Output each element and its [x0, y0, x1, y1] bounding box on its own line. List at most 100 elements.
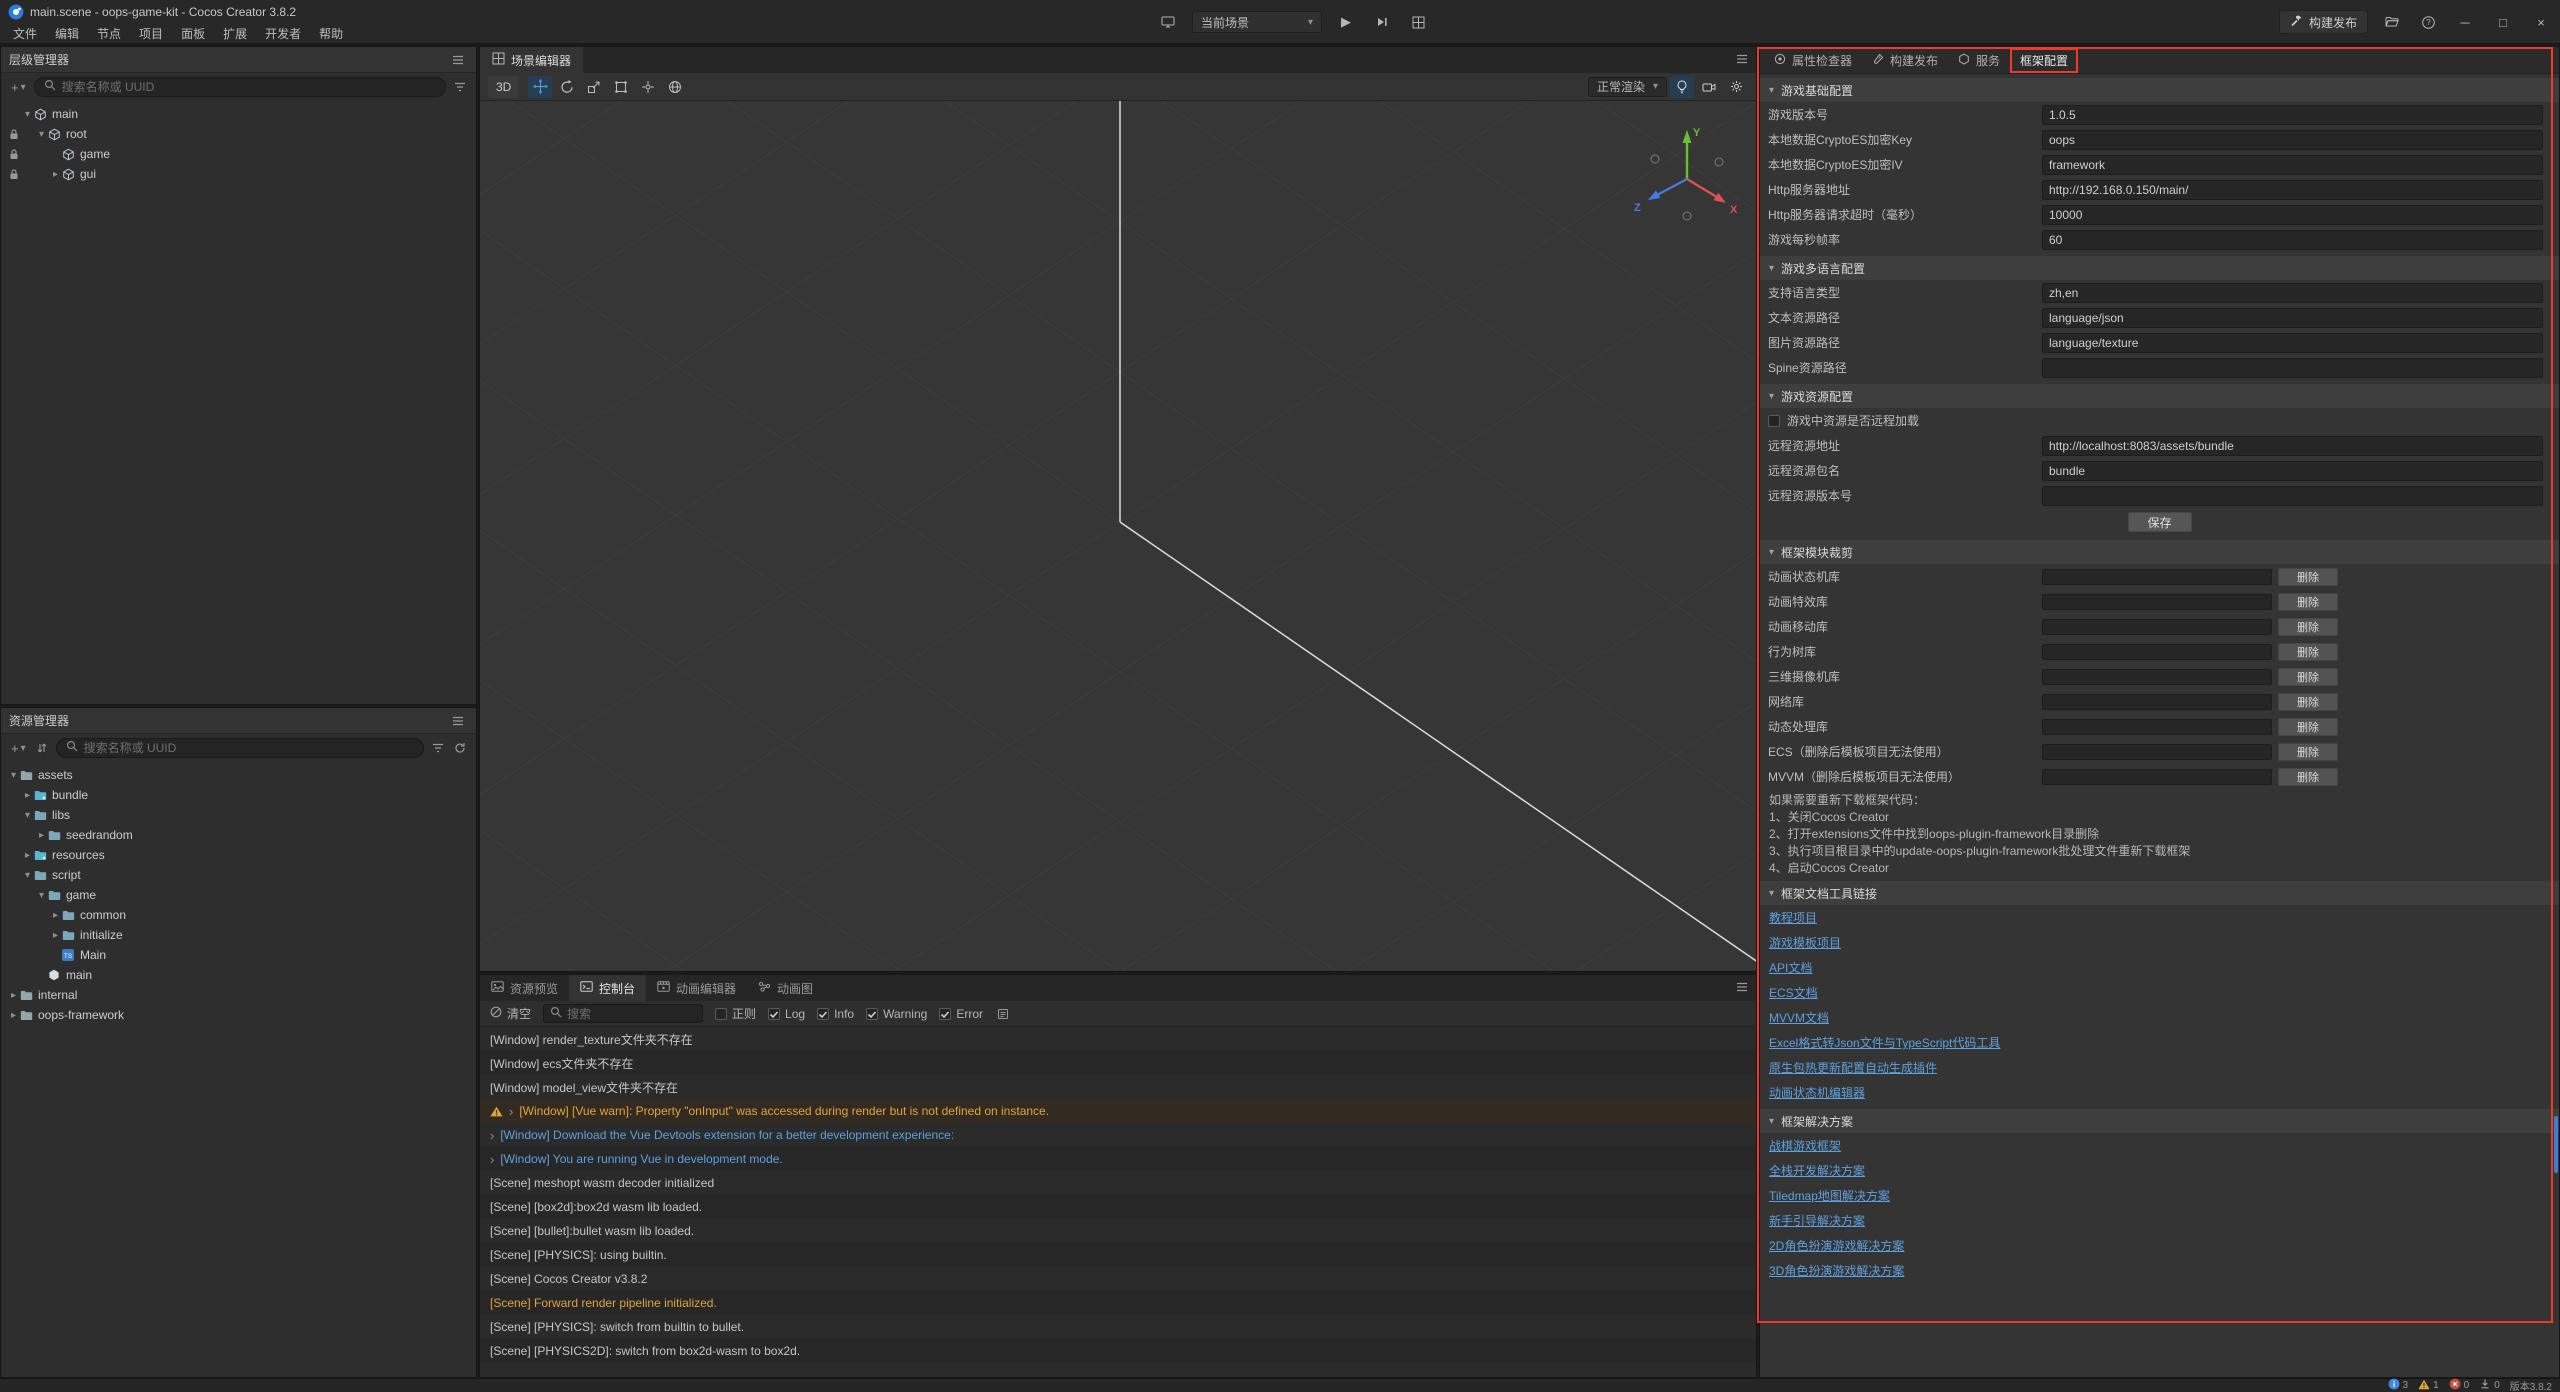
filter-error-checkbox[interactable]: Error: [939, 1007, 983, 1021]
property-input[interactable]: [2042, 486, 2543, 506]
property-input[interactable]: [2042, 130, 2543, 150]
tree-row[interactable]: TSMain: [1, 945, 476, 965]
section-header-framework-modules[interactable]: ▾框架模块裁剪: [1760, 540, 2559, 564]
expand-arrow-icon[interactable]: ▸: [35, 830, 48, 841]
camera-preview-button[interactable]: [1697, 76, 1721, 98]
tree-row[interactable]: ▾game: [1, 885, 476, 905]
preview-device-icon[interactable]: [1156, 11, 1180, 33]
tab-scene-editor[interactable]: 场景编辑器: [480, 47, 583, 73]
doc-link[interactable]: 教程项目: [1769, 909, 1817, 926]
console-row[interactable]: ›[Window] You are running Vue in develop…: [480, 1147, 1756, 1171]
maximize-button[interactable]: □: [2490, 9, 2516, 35]
tab-service[interactable]: 服务: [1948, 48, 2010, 73]
console-row[interactable]: [Scene] [PHYSICS2D]: switch from box2d-w…: [480, 1339, 1756, 1363]
doc-link[interactable]: Tiledmap地图解决方案: [1769, 1187, 1890, 1204]
delete-module-button[interactable]: 删除: [2278, 568, 2338, 586]
delete-module-button[interactable]: 删除: [2278, 718, 2338, 736]
console-row[interactable]: [Scene] meshopt wasm decoder initialized: [480, 1171, 1756, 1195]
console-row[interactable]: ›[Window] Download the Vue Devtools exte…: [480, 1123, 1756, 1147]
panel-menu-icon[interactable]: [452, 55, 468, 65]
rect-tool-button[interactable]: [609, 76, 633, 98]
warning-count[interactable]: 1: [2418, 1379, 2439, 1392]
delete-module-button[interactable]: 删除: [2278, 618, 2338, 636]
section-header-game-language[interactable]: ▾游戏多语言配置: [1760, 256, 2559, 280]
menu-item[interactable]: 扩展: [214, 24, 256, 44]
section-header-framework-docs[interactable]: ▾框架文档工具链接: [1760, 881, 2559, 905]
expand-arrow-icon[interactable]: ▸: [7, 1010, 20, 1021]
expand-arrow-icon[interactable]: ›: [490, 1152, 494, 1167]
doc-link[interactable]: 动画状态机编辑器: [1769, 1084, 1865, 1101]
property-input[interactable]: [2042, 308, 2543, 328]
property-input[interactable]: [2042, 155, 2543, 175]
expand-arrow-icon[interactable]: ▸: [21, 850, 34, 861]
doc-link[interactable]: Excel格式转Json文件与TypeScript代码工具: [1769, 1034, 2000, 1051]
step-button[interactable]: [1370, 11, 1394, 33]
tree-row[interactable]: main: [1, 965, 476, 985]
filter-info-checkbox[interactable]: Info: [817, 1007, 854, 1021]
tree-row[interactable]: ▾main: [1, 104, 476, 124]
console-search[interactable]: [543, 1004, 703, 1023]
console-row[interactable]: [Scene] [bullet]:bullet wasm lib loaded.: [480, 1219, 1756, 1243]
doc-link[interactable]: 原生包热更新配置自动生成插件: [1769, 1059, 1937, 1076]
tree-row[interactable]: ▸common: [1, 905, 476, 925]
expand-arrow-icon[interactable]: ▸: [21, 790, 34, 801]
console-row[interactable]: [Scene] Forward render pipeline initiali…: [480, 1291, 1756, 1315]
tree-row[interactable]: ▾libs: [1, 805, 476, 825]
filter-icon[interactable]: [430, 743, 446, 753]
tree-row[interactable]: ▸initialize: [1, 925, 476, 945]
clear-console-button[interactable]: 清空: [490, 1005, 531, 1022]
delete-module-button[interactable]: 删除: [2278, 743, 2338, 761]
console-row[interactable]: [Window] model_view文件夹不存在: [480, 1075, 1756, 1099]
property-input[interactable]: [2042, 358, 2543, 378]
menu-item[interactable]: 编辑: [46, 24, 88, 44]
refresh-icon[interactable]: [452, 742, 468, 754]
save-button[interactable]: 保存: [2128, 512, 2192, 532]
help-icon[interactable]: ?: [2416, 11, 2440, 33]
property-input[interactable]: [2042, 205, 2543, 225]
delete-module-button[interactable]: 删除: [2278, 593, 2338, 611]
expand-arrow-icon[interactable]: ›: [509, 1104, 513, 1119]
expand-arrow-icon[interactable]: ▸: [49, 169, 62, 180]
doc-link[interactable]: MVVM文档: [1769, 1009, 1829, 1026]
regex-checkbox[interactable]: 正则: [715, 1005, 756, 1022]
expand-arrow-icon[interactable]: ▸: [49, 910, 62, 921]
menu-item[interactable]: 项目: [130, 24, 172, 44]
hierarchy-search[interactable]: [34, 77, 446, 97]
property-input[interactable]: [2042, 333, 2543, 353]
doc-link[interactable]: 战棋游戏框架: [1769, 1137, 1841, 1154]
property-input[interactable]: [2042, 436, 2543, 456]
play-button[interactable]: ▶: [1334, 11, 1358, 33]
minimize-button[interactable]: ─: [2452, 9, 2478, 35]
menu-item[interactable]: 帮助: [310, 24, 352, 44]
scrollbar-thumb[interactable]: [2554, 1116, 2558, 1173]
tree-row[interactable]: ▸internal: [1, 985, 476, 1005]
tree-row[interactable]: ▸bundle: [1, 785, 476, 805]
expand-arrow-icon[interactable]: ▾: [21, 870, 34, 881]
tab-animation-editor[interactable]: 动画编辑器: [646, 975, 747, 1001]
scene-viewport[interactable]: YXZ: [480, 101, 1756, 971]
panel-menu-icon[interactable]: [1736, 979, 1748, 997]
pivot-toggle-button[interactable]: [636, 76, 660, 98]
assets-search-input[interactable]: [84, 741, 414, 755]
add-node-button[interactable]: +▾: [9, 80, 28, 95]
delete-module-button[interactable]: 删除: [2278, 768, 2338, 786]
orientation-gizmo[interactable]: YXZ: [1622, 114, 1752, 244]
doc-link[interactable]: 新手引导解决方案: [1769, 1212, 1865, 1229]
rotate-tool-button[interactable]: [555, 76, 579, 98]
info-count[interactable]: 3: [2388, 1378, 2409, 1392]
world-local-toggle-button[interactable]: [663, 76, 687, 98]
layout-icon[interactable]: [1406, 11, 1430, 33]
property-input[interactable]: [2042, 105, 2543, 125]
expand-arrow-icon[interactable]: ›: [490, 1128, 494, 1143]
tab-inspector[interactable]: 属性检查器: [1764, 48, 1862, 73]
filter-icon[interactable]: [452, 82, 468, 92]
tree-row[interactable]: ▾assets: [1, 765, 476, 785]
tree-row[interactable]: ▸seedrandom: [1, 825, 476, 845]
console-row[interactable]: ›[Window] [Vue warn]: Property "onInput"…: [480, 1099, 1756, 1123]
tab-animation-graph[interactable]: 动画图: [747, 975, 824, 1001]
checkbox[interactable]: [1768, 415, 1780, 427]
doc-link[interactable]: 3D角色扮演游戏解决方案: [1769, 1262, 1904, 1279]
delete-module-button[interactable]: 删除: [2278, 693, 2338, 711]
lighting-toggle-button[interactable]: [1670, 76, 1694, 98]
expand-arrow-icon[interactable]: ▾: [35, 890, 48, 901]
